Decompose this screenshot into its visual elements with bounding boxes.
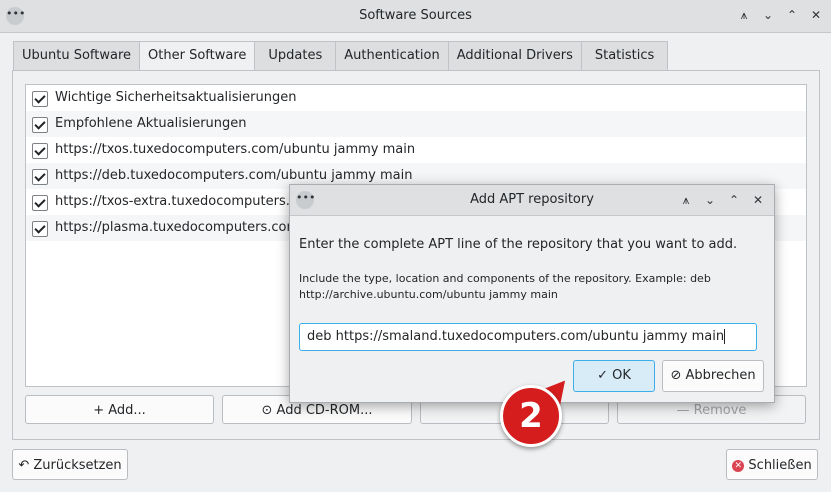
- list-item[interactable]: Wichtige Sicherheitsaktualisierungen: [26, 85, 806, 111]
- tab-updates[interactable]: Updates: [254, 41, 336, 70]
- apt-line-value: deb https://smaland.tuxedocomputers.com/…: [307, 329, 725, 344]
- maximize-icon[interactable]: ⌃: [783, 6, 801, 24]
- maximize-icon[interactable]: ⌃: [725, 191, 743, 209]
- tab-other-software[interactable]: Other Software: [139, 41, 255, 72]
- source-label: https://plasma.tuxedocomputers.com: [55, 220, 300, 235]
- source-label: Empfohlene Aktualisierungen: [55, 116, 247, 131]
- reset-button[interactable]: ↶ Zurücksetzen: [12, 449, 128, 480]
- add-source-button[interactable]: + Add...: [25, 395, 214, 424]
- minimize-icon[interactable]: ⌄: [701, 191, 719, 209]
- minimize-icon[interactable]: ⌄: [759, 6, 777, 24]
- window-title: Software Sources: [359, 8, 472, 23]
- list-item[interactable]: https://txos.tuxedocomputers.com/ubuntu …: [26, 137, 806, 163]
- source-checkbox[interactable]: [32, 143, 48, 159]
- close-circle-icon: ✕: [732, 459, 745, 472]
- apt-line-input[interactable]: deb https://smaland.tuxedocomputers.com/…: [299, 323, 757, 351]
- close-button[interactable]: ✕ Schließen: [726, 449, 818, 480]
- tab-ubuntu-software[interactable]: Ubuntu Software: [13, 41, 140, 70]
- source-label: https://deb.tuxedocomputers.com/ubuntu j…: [55, 168, 413, 183]
- cancel-icon: ⊘: [670, 368, 682, 383]
- source-checkbox[interactable]: [32, 169, 48, 185]
- ok-button-label: OK: [612, 368, 631, 383]
- tab-statistics[interactable]: Statistics: [580, 41, 669, 70]
- tab-additional-drivers[interactable]: Additional Drivers: [447, 41, 581, 70]
- cancel-button-label: Abbrechen: [685, 368, 756, 383]
- dialog-hint: Include the type, location and component…: [299, 272, 711, 301]
- source-label: Wichtige Sicherheitsaktualisierungen: [55, 90, 297, 105]
- source-checkbox[interactable]: [32, 221, 48, 237]
- source-checkbox[interactable]: [32, 117, 48, 133]
- window-titlebar: ••• Software Sources ⩚ ⌄ ⌃ ✕: [0, 0, 831, 33]
- keep-above-icon[interactable]: ⩚: [735, 6, 753, 24]
- source-checkbox[interactable]: [32, 91, 48, 107]
- close-icon[interactable]: ✕: [807, 6, 825, 24]
- tab-authentication[interactable]: Authentication: [335, 41, 448, 70]
- dialog-titlebar: ••• Add APT repository ⩚ ⌄ ⌃ ✕: [290, 185, 774, 216]
- close-icon[interactable]: ✕: [749, 191, 767, 209]
- source-checkbox[interactable]: [32, 195, 48, 211]
- keep-above-icon[interactable]: ⩚: [677, 191, 695, 209]
- checkmark-icon: ✓: [597, 368, 608, 383]
- ok-button[interactable]: ✓ OK: [573, 360, 655, 392]
- add-repository-dialog: ••• Add APT repository ⩚ ⌄ ⌃ ✕ Enter the…: [289, 184, 775, 403]
- source-label: https://txos.tuxedocomputers.com/ubuntu …: [55, 142, 416, 157]
- callout-badge: 2: [500, 385, 562, 447]
- dialog-prompt: Enter the complete APT line of the repos…: [299, 237, 738, 252]
- tab-bar: Ubuntu Software Other Software Updates A…: [13, 41, 669, 72]
- list-item[interactable]: Empfohlene Aktualisierungen: [26, 111, 806, 137]
- text-caret: [724, 329, 726, 344]
- close-button-label: Schließen: [748, 458, 812, 473]
- source-label: https://txos-extra.tuxedocomputers.co: [55, 194, 305, 209]
- cancel-button[interactable]: ⊘ Abbrechen: [662, 360, 764, 392]
